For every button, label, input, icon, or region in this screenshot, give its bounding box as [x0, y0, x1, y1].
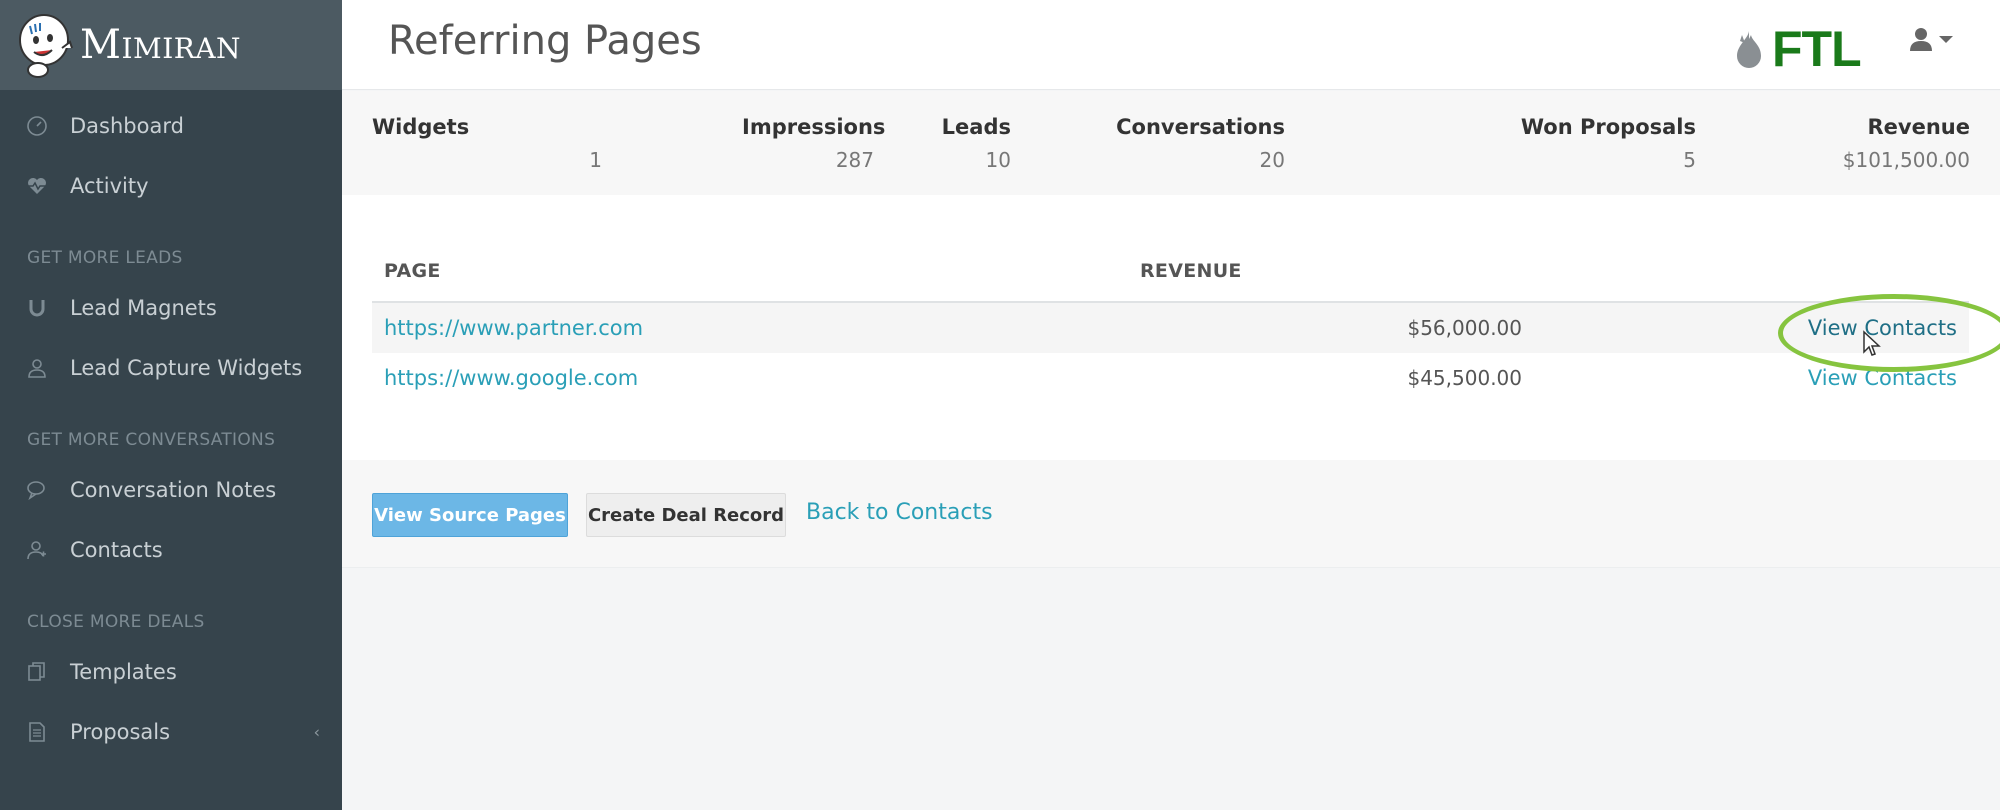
revenue-cell: $45,500.00: [1407, 366, 1522, 390]
ftl-logo: FTL: [1734, 20, 1862, 78]
sidebar-item-label: Templates: [70, 660, 177, 684]
brand-name: Mimiran: [80, 22, 242, 68]
sidebar-nav: Dashboard Activity GET MORE LEADS Lead M…: [0, 90, 342, 762]
user-icon: [26, 357, 48, 379]
page-link[interactable]: https://www.partner.com: [384, 316, 643, 340]
sidebar-item-label: Dashboard: [70, 114, 184, 138]
magnet-icon: [26, 297, 48, 319]
stat-label: Impressions: [742, 115, 886, 139]
view-contacts-link[interactable]: View Contacts: [1808, 316, 1957, 340]
stat-value: 10: [985, 148, 1011, 172]
back-to-contacts-link[interactable]: Back to Contacts: [806, 500, 993, 525]
stat-label: Leads: [941, 115, 1011, 139]
sidebar-item-dashboard[interactable]: Dashboard: [0, 96, 342, 156]
page-cell: https://www.partner.com: [372, 316, 822, 340]
stat-value: 20: [1259, 148, 1285, 172]
caret-down-icon: [1939, 35, 1953, 43]
referring-pages-panel: PAGE REVENUE https://www.partner.com $56…: [342, 195, 2000, 460]
sidebar-item-label: Lead Magnets: [70, 296, 217, 320]
sidebar-item-activity[interactable]: Activity: [0, 156, 342, 216]
action-cell: View Contacts: [1522, 366, 1969, 390]
sidebar-item-lead-magnets[interactable]: Lead Magnets: [0, 278, 342, 338]
sidebar-item-contacts[interactable]: Contacts: [0, 520, 342, 580]
sidebar-item-conversation-notes[interactable]: Conversation Notes: [0, 460, 342, 520]
stat-conversations: Conversations 20: [1062, 115, 1285, 172]
sidebar-item-label: Conversation Notes: [70, 478, 277, 502]
drop-icon: [1737, 31, 1761, 68]
page-cell: https://www.google.com: [372, 366, 822, 390]
nav-section-title: GET MORE LEADS: [27, 248, 183, 268]
stat-value: 287: [835, 148, 874, 172]
stat-value: 5: [1683, 148, 1696, 172]
nav-section-title: GET MORE CONVERSATIONS: [27, 430, 276, 450]
create-deal-record-button[interactable]: Create Deal Record: [586, 493, 786, 537]
stat-impressions: Impressions 287: [742, 115, 886, 172]
table-header: PAGE REVENUE: [372, 241, 1969, 303]
sidebar-item-lead-capture-widgets[interactable]: Lead Capture Widgets: [0, 338, 342, 398]
stat-label: Conversations: [1116, 115, 1285, 139]
heartbeat-icon: [26, 175, 48, 197]
page-header: Referring Pages FTL: [342, 0, 2000, 90]
stat-label: Won Proposals: [1520, 115, 1696, 139]
stats-bar: Widgets 1 Impressions 287 Leads 10 Conve…: [342, 91, 2000, 195]
view-source-pages-button[interactable]: View Source Pages: [372, 493, 568, 537]
referring-pages-table: PAGE REVENUE https://www.partner.com $56…: [372, 241, 1969, 403]
stat-won-proposals: Won Proposals 5: [1442, 115, 1696, 172]
stat-label: Widgets: [372, 115, 470, 139]
document-icon: [26, 721, 48, 743]
sidebar-item-proposals[interactable]: Proposals ‹: [0, 702, 342, 762]
user-icon: [1910, 28, 1932, 51]
user-menu-button[interactable]: [1909, 26, 1953, 52]
ftl-logo-text: FTL: [1772, 21, 1862, 77]
column-header-page: PAGE: [384, 260, 441, 282]
stat-value: $101,500.00: [1842, 148, 1970, 172]
contacts-icon: [26, 539, 48, 561]
sidebar-item-templates[interactable]: Templates: [0, 642, 342, 702]
action-cell: View Contacts: [1522, 316, 1969, 340]
actions-bar: View Source Pages Create Deal Record Bac…: [342, 460, 2000, 568]
revenue-cell: $56,000.00: [1407, 316, 1522, 340]
column-header-revenue: REVENUE: [1140, 260, 1242, 282]
page-title: Referring Pages: [388, 18, 702, 64]
stat-leads: Leads 10: [892, 115, 1011, 172]
stat-value: 1: [589, 148, 602, 172]
table-row: https://www.partner.com $56,000.00 View …: [372, 303, 1969, 353]
page-link[interactable]: https://www.google.com: [384, 366, 638, 390]
chevron-left-icon[interactable]: ‹: [314, 723, 320, 742]
sidebar-item-label: Proposals: [70, 720, 171, 744]
mouse-cursor-icon: [1863, 330, 1881, 356]
nav-section-title: CLOSE MORE DEALS: [27, 612, 205, 632]
table-row: https://www.google.com $45,500.00 View C…: [372, 353, 1969, 403]
copy-icon: [26, 661, 48, 683]
stat-revenue: Revenue $101,500.00: [1742, 115, 1970, 172]
sidebar-item-label: Activity: [70, 174, 149, 198]
comments-icon: [26, 479, 48, 501]
sidebar-item-label: Contacts: [70, 538, 163, 562]
mimiran-mascot-icon: [19, 14, 73, 78]
dashboard-icon: [26, 115, 48, 137]
brand-logo[interactable]: Mimiran: [0, 0, 342, 90]
stat-label: Revenue: [1867, 115, 1971, 139]
stat-widgets: Widgets 1: [372, 115, 602, 172]
view-contacts-link[interactable]: View Contacts: [1808, 366, 1957, 390]
sidebar-item-label: Lead Capture Widgets: [70, 356, 303, 380]
sidebar: Mimiran Dashboard Activity GET MORE LEAD…: [0, 0, 342, 810]
